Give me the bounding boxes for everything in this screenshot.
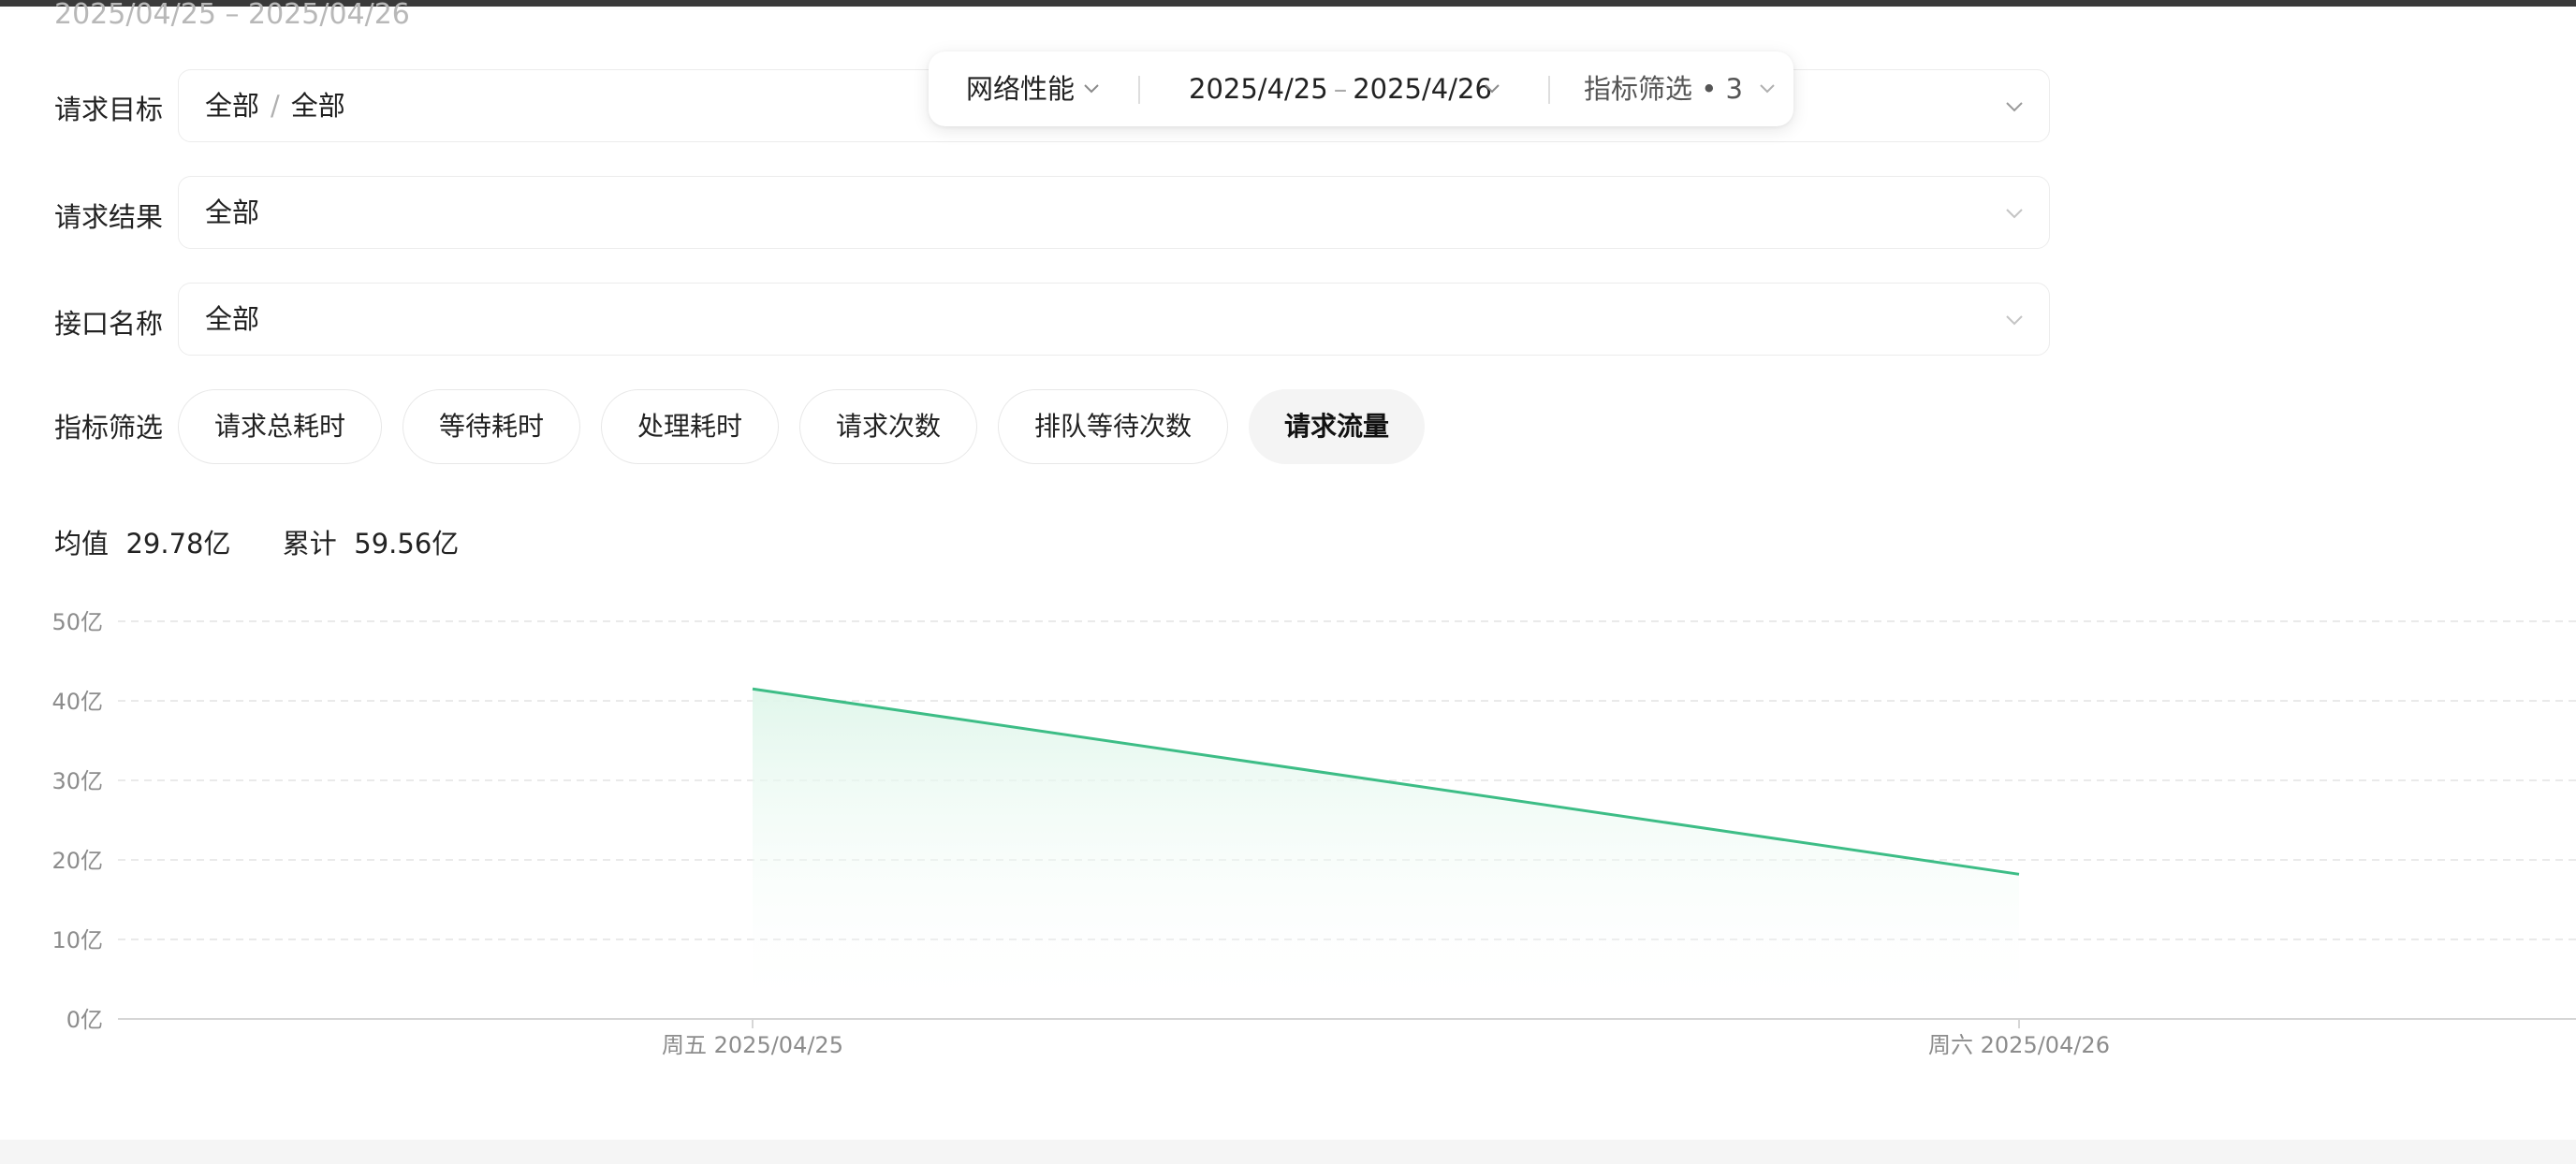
- traffic-area-chart: 0亿 10亿 20亿 30亿 40亿 50亿周五 2025/04/25 周六 2025/04…: [51, 609, 2576, 1058]
- chevron-down-icon: [1760, 84, 1775, 94]
- stats-summary: 均值 29.78亿 累计 59.56亿: [54, 522, 459, 561]
- api-label: 接口名称: [54, 308, 164, 340]
- category-label: 网络性能: [966, 73, 1076, 105]
- metric-filter-label: 指标筛选 • 3: [1584, 73, 1743, 105]
- date-range-dropdown[interactable]: 2025/4/25–2025/4/26: [1189, 51, 1492, 126]
- date-range-caption: 2025/04/25 – 2025/04/26: [54, 0, 410, 31]
- metric-chip-request-count[interactable]: 请求次数: [799, 389, 977, 464]
- result-select[interactable]: 全部: [178, 176, 2050, 249]
- metric-chip-queue-wait-count[interactable]: 排队等待次数: [998, 389, 1228, 464]
- metric-chip-request-traffic[interactable]: 请求流量: [1249, 389, 1425, 464]
- api-select-value: 全部: [205, 303, 260, 335]
- floating-filter-bar: 网络性能 2025/4/25–2025/4/26 指标筛选 • 3: [929, 51, 1793, 126]
- date-end: 2025/4/26: [1353, 73, 1492, 105]
- divider: [1138, 76, 1140, 104]
- chevron-down-icon: [2006, 102, 2023, 112]
- target-value-a: 全部: [205, 90, 260, 122]
- avg-label: 均值: [54, 528, 110, 560]
- target-value-b: 全部: [290, 90, 345, 122]
- metric-chip-total-duration[interactable]: 请求总耗时: [178, 389, 382, 464]
- x-tick-label: 周六 2025/04/26: [1928, 1032, 2110, 1058]
- metric-filter-dropdown[interactable]: 指标筛选 • 3: [1584, 51, 1743, 126]
- target-separator: /: [271, 90, 280, 122]
- sum-label: 累计: [282, 528, 337, 560]
- chevron-down-icon: [2006, 315, 2023, 326]
- avg-value: 29.78亿: [125, 528, 231, 560]
- sum-value: 59.56亿: [354, 528, 460, 560]
- divider: [1548, 76, 1550, 104]
- chevron-down-icon: [2006, 209, 2023, 219]
- chevron-down-icon: [1084, 84, 1099, 94]
- category-dropdown[interactable]: 网络性能: [966, 51, 1075, 126]
- y-tick-label: 10亿: [51, 927, 103, 953]
- date-start: 2025/4/25: [1189, 73, 1328, 105]
- y-tick-label: 40亿: [51, 689, 103, 715]
- result-select-value: 全部: [205, 196, 260, 228]
- api-select[interactable]: 全部: [178, 283, 2050, 356]
- y-tick-label: 30亿: [51, 768, 103, 794]
- date-separator: –: [1333, 73, 1348, 105]
- y-tick-label: 0亿: [66, 1007, 103, 1033]
- result-label: 请求结果: [54, 201, 164, 233]
- y-tick-label: 20亿: [51, 848, 103, 874]
- series-area: [753, 689, 2019, 1019]
- x-tick-label: 周五 2025/04/25: [662, 1032, 843, 1058]
- chevron-down-icon: [1485, 84, 1500, 94]
- target-label: 请求目标: [54, 94, 164, 125]
- metrics-label: 指标筛选: [54, 412, 164, 444]
- y-tick-label: 50亿: [51, 609, 103, 635]
- metric-chip-process-duration[interactable]: 处理耗时: [601, 389, 779, 464]
- metric-chip-wait-duration[interactable]: 等待耗时: [402, 389, 580, 464]
- target-select-value: 全部 / 全部: [205, 70, 345, 141]
- footer-band: [0, 1140, 2576, 1164]
